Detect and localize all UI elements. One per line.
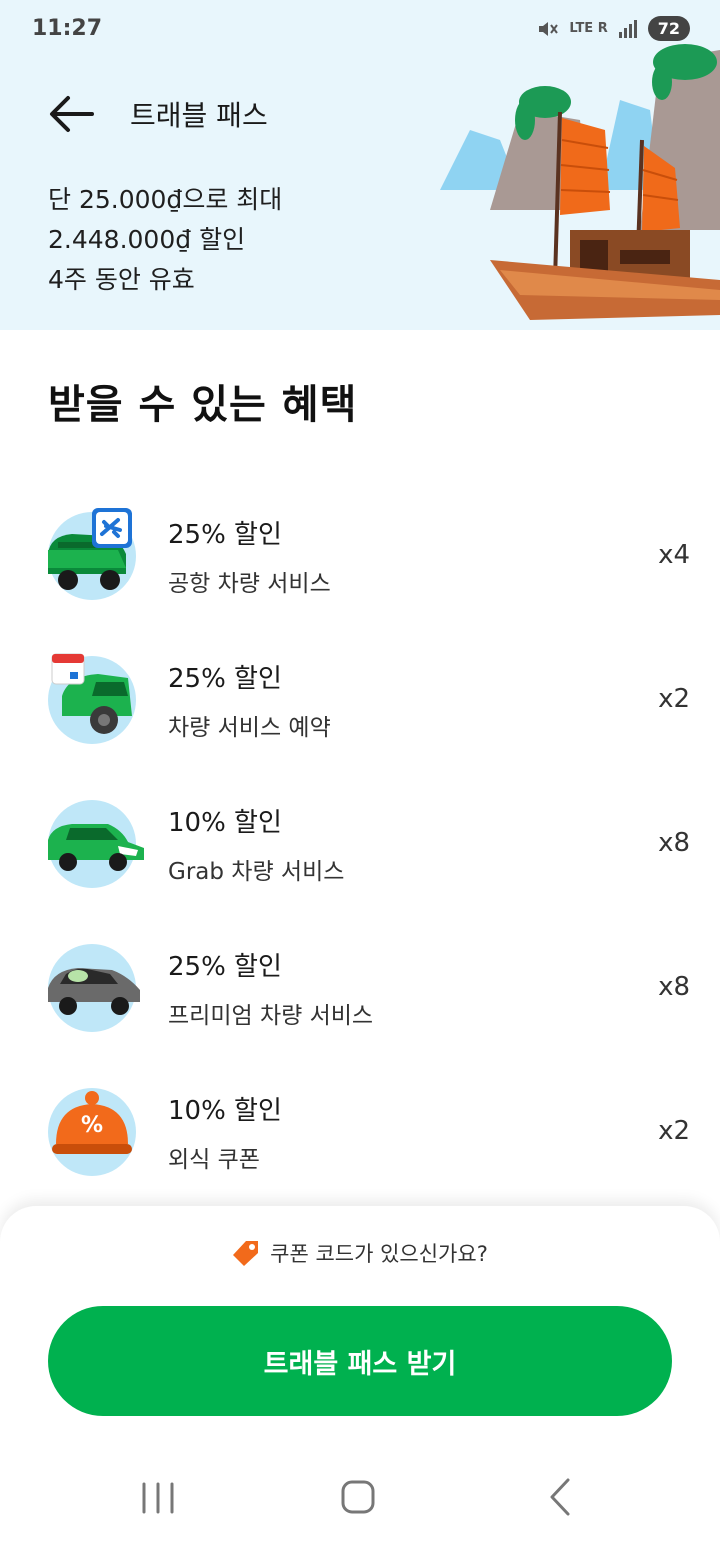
benefit-service: 외식 쿠폰	[168, 1147, 260, 1173]
get-travel-pass-button[interactable]: 트래블 패스 받기	[48, 1306, 672, 1416]
benefit-discount: 25% 할인	[168, 952, 282, 982]
benefit-list: 25% 할인 공항 차량 서비스 x4 25% 할인 차량 서비스 예약 x2	[0, 484, 720, 1204]
benefit-item-grab-car: 10% 할인 Grab 차량 서비스 x8	[0, 772, 720, 916]
recent-apps-icon	[142, 1482, 174, 1514]
status-time: 11:27	[32, 16, 103, 41]
home-icon	[341, 1480, 375, 1514]
premium-car-icon	[48, 944, 140, 1032]
benefit-count: x8	[658, 972, 690, 1002]
promo-line-price: 단 25.000₫으로 최대	[48, 185, 283, 214]
promo-line-validity: 4주 동안 유효	[48, 265, 195, 294]
system-nav-bar	[0, 1450, 720, 1544]
scheduled-car-icon	[48, 653, 136, 744]
dining-coupon-icon: %	[48, 1088, 136, 1176]
benefit-item-dining: % 10% 할인 외식 쿠폰 x2	[0, 1060, 720, 1204]
hero-banner: 11:27 LTE R 72 트래블 패스 단 25.000₫으로 최대 2.4…	[0, 0, 720, 330]
benefit-discount: 25% 할인	[168, 664, 282, 694]
recent-apps-button[interactable]	[128, 1472, 188, 1522]
benefit-item-scheduled: 25% 할인 차량 서비스 예약 x2	[0, 628, 720, 772]
benefits-title: 받을 수 있는 혜택	[48, 382, 358, 428]
benefit-discount: 25% 할인	[168, 520, 282, 550]
chevron-left-icon	[550, 1478, 570, 1516]
benefit-discount: 10% 할인	[168, 808, 282, 838]
network-label: LTE R	[569, 21, 608, 36]
benefit-count: x2	[658, 684, 690, 714]
back-button[interactable]	[44, 90, 100, 138]
status-icons: LTE R 72	[537, 16, 690, 41]
promo-line-discount: 2.448.000₫ 할인	[48, 225, 246, 254]
benefit-count: x2	[658, 1116, 690, 1146]
mute-icon	[539, 21, 559, 36]
promo-text: 단 25.000₫으로 최대 2.448.000₫ 할인 4주 동안 유효	[48, 180, 282, 300]
benefit-item-premium: 25% 할인 프리미엄 차량 서비스 x8	[0, 916, 720, 1060]
benefit-service: 공항 차량 서비스	[168, 571, 331, 597]
benefit-discount: 10% 할인	[168, 1096, 282, 1126]
tag-icon	[233, 1241, 259, 1266]
benefit-item-airport: 25% 할인 공항 차량 서비스 x4	[0, 484, 720, 628]
benefit-count: x4	[658, 540, 690, 570]
benefit-count: x8	[658, 828, 690, 858]
page-title: 트래블 패스	[130, 99, 268, 132]
benefit-service: 차량 서비스 예약	[168, 715, 331, 741]
battery-indicator: 72	[647, 16, 690, 41]
svg-text:%: %	[81, 1113, 103, 1138]
benefit-service: 프리미엄 차량 서비스	[168, 1003, 374, 1029]
coupon-prompt: 쿠폰 코드가 있으신가요?	[270, 1242, 488, 1266]
airport-car-icon	[48, 508, 136, 600]
back-nav-button[interactable]	[530, 1472, 590, 1522]
home-button[interactable]	[328, 1472, 388, 1522]
signal-icon	[618, 19, 637, 38]
junk-boat-illustration	[440, 44, 720, 320]
arrow-left-icon	[50, 96, 94, 132]
coupon-code-link[interactable]: 쿠폰 코드가 있으신가요?	[0, 1238, 720, 1268]
grab-car-icon	[48, 800, 144, 888]
benefit-service: Grab 차량 서비스	[168, 859, 345, 885]
